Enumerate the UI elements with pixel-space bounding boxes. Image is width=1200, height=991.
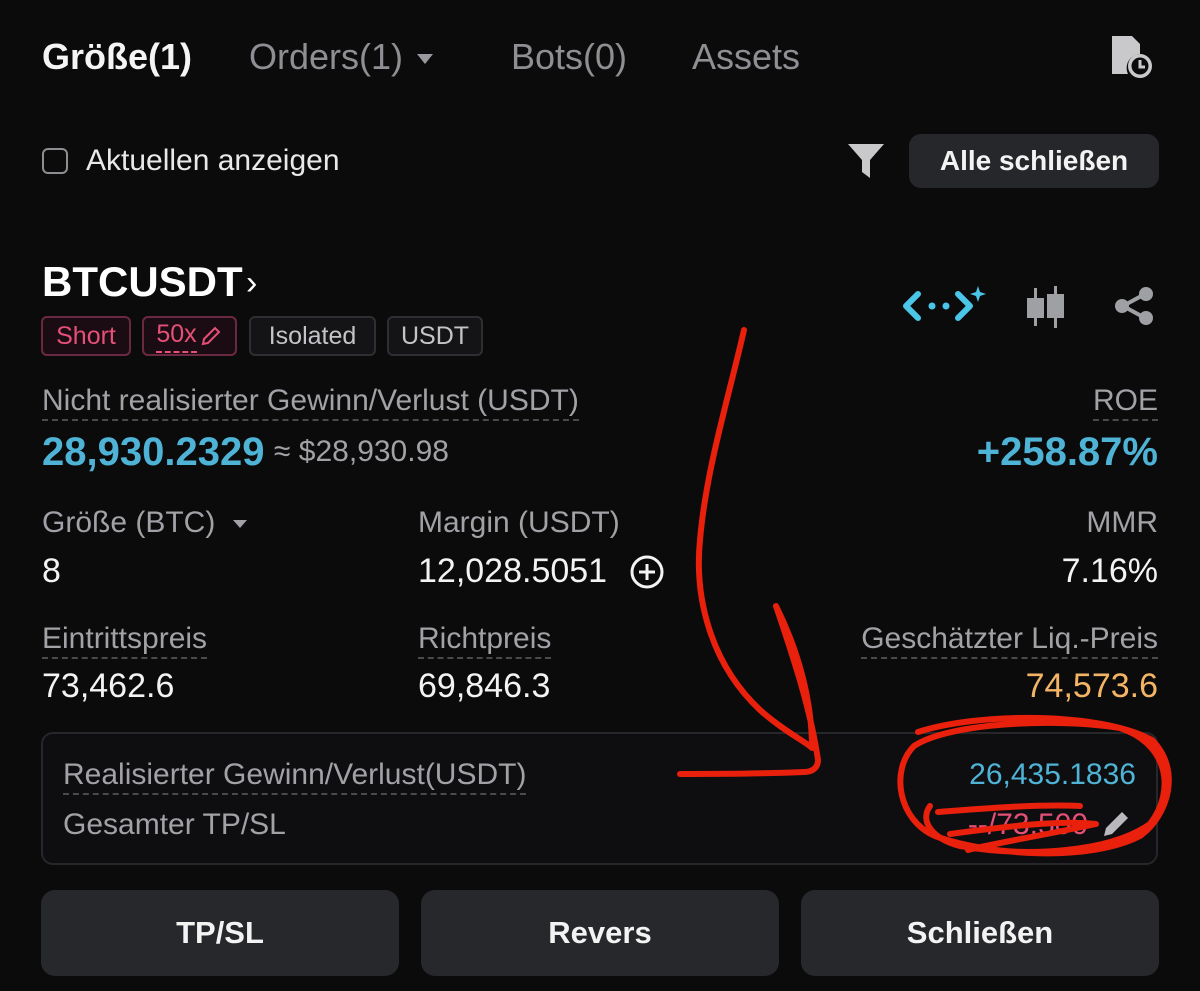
total-tpsl-label: Gesamter TP/SL bbox=[63, 808, 286, 841]
tab-orders[interactable]: Orders(1) bbox=[249, 36, 434, 78]
mark-price-label: Richtpreis bbox=[418, 622, 552, 659]
ai-sparkle-icon[interactable] bbox=[902, 286, 988, 326]
margin-label: Margin (USDT) bbox=[418, 506, 620, 539]
candlestick-chart-icon[interactable] bbox=[1022, 284, 1068, 330]
margin-value: 12,028.5051 bbox=[418, 552, 608, 590]
size-selector[interactable]: Größe (BTC) bbox=[42, 506, 248, 540]
mark-price-value: 69,846.3 bbox=[418, 667, 551, 705]
annotation-arrow bbox=[677, 327, 821, 777]
show-current-checkbox[interactable] bbox=[42, 148, 68, 174]
liq-price-value: 74,573.6 bbox=[1025, 667, 1158, 705]
entry-price-label: Eintrittspreis bbox=[42, 622, 208, 659]
side-tag: Short bbox=[41, 316, 131, 356]
leverage-tag[interactable]: 50x bbox=[142, 316, 237, 356]
mmr-label: MMR bbox=[1086, 506, 1158, 539]
tpsl-button[interactable]: TP/SL bbox=[41, 890, 399, 976]
close-position-button[interactable]: Schließen bbox=[801, 890, 1159, 976]
realized-pnl-label: Realisierter Gewinn/Verlust(USDT) bbox=[63, 758, 527, 795]
realized-pnl-value: 26,435.1836 bbox=[969, 758, 1136, 791]
close-all-button[interactable]: Alle schließen bbox=[909, 134, 1159, 188]
settle-currency-tag: USDT bbox=[387, 316, 483, 356]
unrealized-pnl-label: Nicht realisierter Gewinn/Verlust (USDT) bbox=[42, 384, 579, 421]
edit-pencil-icon bbox=[201, 326, 221, 346]
liq-price-label: Geschätzter Liq.-Preis bbox=[861, 622, 1158, 659]
chevron-right-icon[interactable]: › bbox=[246, 264, 257, 303]
entry-price-value: 73,462.6 bbox=[42, 667, 175, 705]
tab-size[interactable]: Größe(1) bbox=[42, 36, 192, 78]
show-current-label: Aktuellen anzeigen bbox=[86, 144, 340, 177]
reverse-button[interactable]: Revers bbox=[421, 890, 779, 976]
leverage-value: 50x bbox=[156, 320, 197, 353]
add-margin-icon[interactable] bbox=[629, 554, 665, 590]
roe-label: ROE bbox=[1092, 384, 1158, 421]
size-value: 8 bbox=[42, 552, 61, 590]
edit-pencil-icon[interactable] bbox=[1100, 808, 1132, 840]
mmr-value: 7.16% bbox=[1061, 552, 1158, 590]
realized-pnl-panel bbox=[41, 732, 1158, 865]
caret-down-icon bbox=[417, 54, 434, 65]
roe-value: +258.87% bbox=[976, 430, 1158, 474]
tab-orders-label: Orders(1) bbox=[249, 36, 404, 77]
tab-assets[interactable]: Assets bbox=[692, 36, 800, 78]
filter-icon[interactable] bbox=[846, 142, 886, 180]
position-symbol[interactable]: BTCUSDT bbox=[42, 258, 243, 306]
position-history-icon[interactable] bbox=[1108, 34, 1156, 80]
unrealized-pnl-usd: ≈ $28,930.98 bbox=[274, 435, 449, 468]
unrealized-pnl-value: 28,930.2329 bbox=[42, 430, 265, 474]
tab-bots[interactable]: Bots(0) bbox=[511, 36, 627, 78]
share-icon[interactable] bbox=[1113, 286, 1155, 326]
size-label: Größe (BTC) bbox=[42, 506, 216, 539]
margin-mode-tag: Isolated bbox=[249, 316, 376, 356]
caret-down-icon bbox=[233, 520, 248, 529]
total-tpsl-value: --/73,500 bbox=[967, 808, 1088, 841]
